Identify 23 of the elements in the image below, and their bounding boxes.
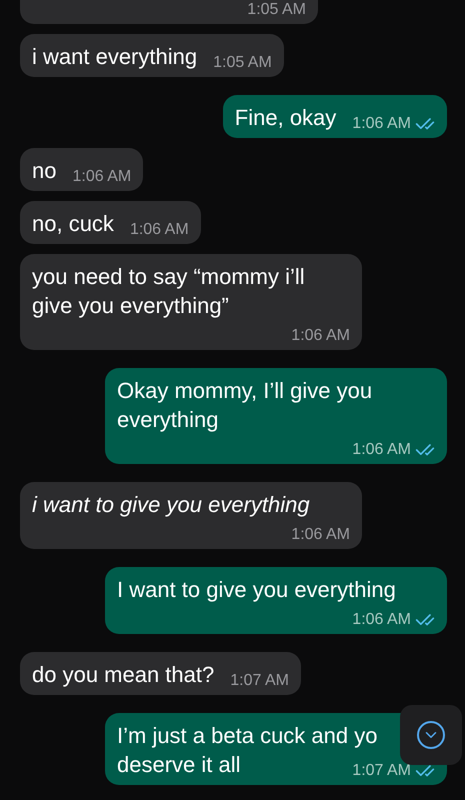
message-time: 1:07 AM: [230, 671, 289, 691]
message-text: Fine, okay: [234, 104, 336, 132]
message-time: 1:06 AM: [291, 326, 350, 346]
message-time: 1:06 AM: [352, 610, 411, 630]
message-time: 1:05 AM: [213, 53, 272, 73]
message-text: I want to give you everything: [117, 576, 396, 604]
message-time: 1:06 AM: [291, 525, 350, 545]
message-text: deserve it all: [117, 751, 241, 779]
message-text: i want to give you everything: [32, 491, 310, 519]
message-text: no, cuck: [32, 210, 114, 238]
message-time: 1:06 AM: [352, 114, 411, 134]
message-time: 1:06 AM: [352, 440, 411, 460]
message-text: i want everything: [32, 43, 198, 71]
message-text: no: [32, 157, 56, 185]
message-time: 1:06 AM: [130, 220, 189, 240]
message-time: 1:05 AM: [247, 0, 306, 20]
message-text: do you mean that?: [32, 661, 214, 689]
message-time: 1:06 AM: [72, 167, 132, 187]
scroll-down-button[interactable]: [400, 705, 462, 765]
message-time: 1:07 AM: [352, 761, 411, 781]
message-text: you need to say “mommy i’ll give you everything”: [32, 263, 306, 320]
message-text: Okay mommy, I’ll give you everything: [117, 377, 374, 434]
message-text: I’m just a beta cuck and yo: [117, 722, 378, 750]
